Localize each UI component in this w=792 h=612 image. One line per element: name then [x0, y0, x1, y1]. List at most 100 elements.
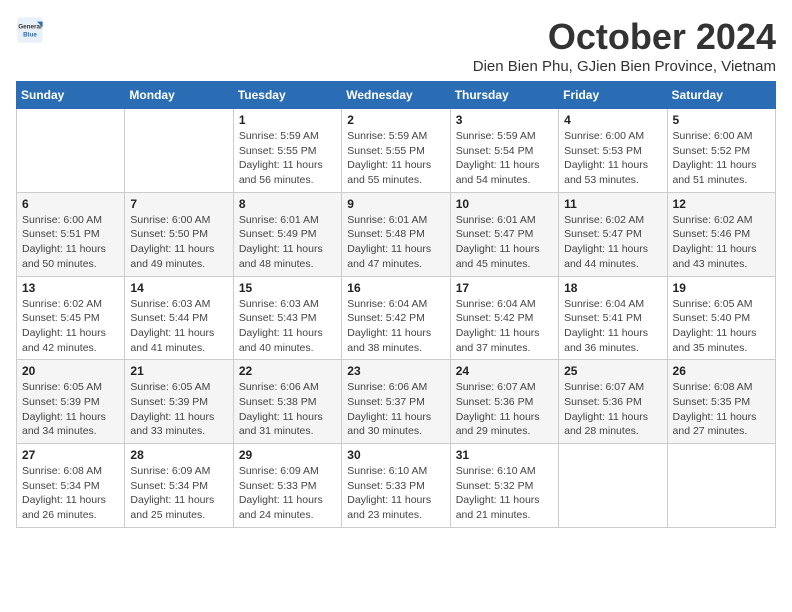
- day-detail: Sunrise: 5:59 AM Sunset: 5:55 PM Dayligh…: [347, 129, 444, 188]
- day-detail: Sunrise: 6:00 AM Sunset: 5:53 PM Dayligh…: [564, 129, 661, 188]
- day-detail: Sunrise: 5:59 AM Sunset: 5:55 PM Dayligh…: [239, 129, 336, 188]
- day-number: 1: [239, 113, 336, 127]
- calendar-cell: [17, 109, 125, 193]
- page-header: General Blue October 2024 Dien Bien Phu,…: [16, 16, 776, 75]
- week-row-3: 13 Sunrise: 6:02 AM Sunset: 5:45 PM Dayli…: [17, 276, 776, 360]
- day-detail: Sunrise: 6:05 AM Sunset: 5:39 PM Dayligh…: [130, 380, 227, 439]
- day-number: 3: [456, 113, 553, 127]
- weekday-header-tuesday: Tuesday: [233, 82, 341, 109]
- calendar-cell: 4 Sunrise: 6:00 AM Sunset: 5:53 PM Daylig…: [559, 109, 667, 193]
- calendar-cell: 10Sunrise: 6:01 AM Sunset: 5:47 PM Dayli…: [450, 192, 558, 276]
- svg-text:Blue: Blue: [23, 31, 37, 38]
- calendar-table: SundayMondayTuesdayWednesdayThursdayFrid…: [16, 81, 776, 528]
- calendar-cell: 8Sunrise: 6:01 AM Sunset: 5:49 PM Daylig…: [233, 192, 341, 276]
- day-number: 26: [673, 364, 770, 378]
- calendar-cell: 31 Sunrise: 6:10 AM Sunset: 5:32 PM Dayli…: [450, 444, 558, 528]
- week-row-4: 20 Sunrise: 6:05 AM Sunset: 5:39 PM Dayli…: [17, 360, 776, 444]
- weekday-header-friday: Friday: [559, 82, 667, 109]
- month-title: October 2024: [473, 16, 776, 58]
- calendar-cell: [667, 444, 775, 528]
- day-number: 30: [347, 448, 444, 462]
- weekday-header-saturday: Saturday: [667, 82, 775, 109]
- svg-text:General: General: [18, 24, 42, 31]
- calendar-cell: 9 Sunrise: 6:01 AM Sunset: 5:48 PM Daylig…: [342, 192, 450, 276]
- day-number: 12: [673, 197, 770, 211]
- day-number: 17: [456, 281, 553, 295]
- day-detail: Sunrise: 6:03 AM Sunset: 5:44 PM Dayligh…: [130, 297, 227, 356]
- day-number: 4: [564, 113, 661, 127]
- calendar-cell: 20 Sunrise: 6:05 AM Sunset: 5:39 PM Dayli…: [17, 360, 125, 444]
- calendar-cell: 12 Sunrise: 6:02 AM Sunset: 5:46 PM Dayli…: [667, 192, 775, 276]
- calendar-cell: 1 Sunrise: 5:59 AM Sunset: 5:55 PM Daylig…: [233, 109, 341, 193]
- calendar-cell: 21 Sunrise: 6:05 AM Sunset: 5:39 PM Dayli…: [125, 360, 233, 444]
- day-detail: Sunrise: 5:59 AM Sunset: 5:54 PM Dayligh…: [456, 129, 553, 188]
- calendar-cell: 17 Sunrise: 6:04 AM Sunset: 5:42 PM Dayli…: [450, 276, 558, 360]
- day-number: 14: [130, 281, 227, 295]
- day-detail: Sunrise: 6:06 AM Sunset: 5:37 PM Dayligh…: [347, 380, 444, 439]
- day-detail: Sunrise: 6:00 AM Sunset: 5:52 PM Dayligh…: [673, 129, 770, 188]
- day-number: 28: [130, 448, 227, 462]
- day-detail: Sunrise: 6:02 AM Sunset: 5:45 PM Dayligh…: [22, 297, 119, 356]
- day-number: 21: [130, 364, 227, 378]
- week-row-2: 6Sunrise: 6:00 AM Sunset: 5:51 PM Daylig…: [17, 192, 776, 276]
- day-detail: Sunrise: 6:05 AM Sunset: 5:39 PM Dayligh…: [22, 380, 119, 439]
- day-detail: Sunrise: 6:02 AM Sunset: 5:46 PM Dayligh…: [673, 213, 770, 272]
- calendar-cell: [559, 444, 667, 528]
- day-number: 18: [564, 281, 661, 295]
- day-number: 20: [22, 364, 119, 378]
- logo-icon: General Blue: [16, 16, 44, 44]
- location-subtitle: Dien Bien Phu, GJien Bien Province, Viet…: [473, 58, 776, 75]
- calendar-cell: 28 Sunrise: 6:09 AM Sunset: 5:34 PM Dayli…: [125, 444, 233, 528]
- calendar-cell: 6Sunrise: 6:00 AM Sunset: 5:51 PM Daylig…: [17, 192, 125, 276]
- day-number: 31: [456, 448, 553, 462]
- day-number: 29: [239, 448, 336, 462]
- day-number: 25: [564, 364, 661, 378]
- calendar-cell: [125, 109, 233, 193]
- calendar-cell: 23Sunrise: 6:06 AM Sunset: 5:37 PM Dayli…: [342, 360, 450, 444]
- day-number: 9: [347, 197, 444, 211]
- calendar-cell: 14 Sunrise: 6:03 AM Sunset: 5:44 PM Dayli…: [125, 276, 233, 360]
- day-detail: Sunrise: 6:10 AM Sunset: 5:32 PM Dayligh…: [456, 464, 553, 523]
- calendar-cell: 5 Sunrise: 6:00 AM Sunset: 5:52 PM Daylig…: [667, 109, 775, 193]
- day-number: 13: [22, 281, 119, 295]
- day-detail: Sunrise: 6:01 AM Sunset: 5:49 PM Dayligh…: [239, 213, 336, 272]
- day-number: 7: [130, 197, 227, 211]
- day-detail: Sunrise: 6:04 AM Sunset: 5:42 PM Dayligh…: [347, 297, 444, 356]
- day-number: 27: [22, 448, 119, 462]
- calendar-cell: 7 Sunrise: 6:00 AM Sunset: 5:50 PM Daylig…: [125, 192, 233, 276]
- weekday-header-row: SundayMondayTuesdayWednesdayThursdayFrid…: [17, 82, 776, 109]
- day-detail: Sunrise: 6:07 AM Sunset: 5:36 PM Dayligh…: [564, 380, 661, 439]
- day-number: 5: [673, 113, 770, 127]
- week-row-1: 1 Sunrise: 5:59 AM Sunset: 5:55 PM Daylig…: [17, 109, 776, 193]
- calendar-cell: 27 Sunrise: 6:08 AM Sunset: 5:34 PM Dayli…: [17, 444, 125, 528]
- calendar-cell: 3 Sunrise: 5:59 AM Sunset: 5:54 PM Daylig…: [450, 109, 558, 193]
- day-number: 16: [347, 281, 444, 295]
- day-detail: Sunrise: 6:04 AM Sunset: 5:42 PM Dayligh…: [456, 297, 553, 356]
- weekday-header-thursday: Thursday: [450, 82, 558, 109]
- day-detail: Sunrise: 6:09 AM Sunset: 5:34 PM Dayligh…: [130, 464, 227, 523]
- day-detail: Sunrise: 6:10 AM Sunset: 5:33 PM Dayligh…: [347, 464, 444, 523]
- calendar-cell: 13 Sunrise: 6:02 AM Sunset: 5:45 PM Dayli…: [17, 276, 125, 360]
- day-detail: Sunrise: 6:00 AM Sunset: 5:50 PM Dayligh…: [130, 213, 227, 272]
- calendar-cell: 22Sunrise: 6:06 AM Sunset: 5:38 PM Dayli…: [233, 360, 341, 444]
- calendar-cell: 19Sunrise: 6:05 AM Sunset: 5:40 PM Dayli…: [667, 276, 775, 360]
- day-detail: Sunrise: 6:09 AM Sunset: 5:33 PM Dayligh…: [239, 464, 336, 523]
- calendar-cell: 11Sunrise: 6:02 AM Sunset: 5:47 PM Dayli…: [559, 192, 667, 276]
- calendar-cell: 2Sunrise: 5:59 AM Sunset: 5:55 PM Daylig…: [342, 109, 450, 193]
- day-detail: Sunrise: 6:08 AM Sunset: 5:35 PM Dayligh…: [673, 380, 770, 439]
- weekday-header-sunday: Sunday: [17, 82, 125, 109]
- title-block: October 2024 Dien Bien Phu, GJien Bien P…: [473, 16, 776, 75]
- calendar-cell: 24Sunrise: 6:07 AM Sunset: 5:36 PM Dayli…: [450, 360, 558, 444]
- calendar-cell: 29 Sunrise: 6:09 AM Sunset: 5:33 PM Dayli…: [233, 444, 341, 528]
- day-detail: Sunrise: 6:05 AM Sunset: 5:40 PM Dayligh…: [673, 297, 770, 356]
- day-number: 15: [239, 281, 336, 295]
- calendar-cell: 25 Sunrise: 6:07 AM Sunset: 5:36 PM Dayli…: [559, 360, 667, 444]
- week-row-5: 27 Sunrise: 6:08 AM Sunset: 5:34 PM Dayli…: [17, 444, 776, 528]
- day-detail: Sunrise: 6:01 AM Sunset: 5:48 PM Dayligh…: [347, 213, 444, 272]
- logo: General Blue: [16, 16, 44, 44]
- calendar-cell: 16 Sunrise: 6:04 AM Sunset: 5:42 PM Dayli…: [342, 276, 450, 360]
- day-detail: Sunrise: 6:08 AM Sunset: 5:34 PM Dayligh…: [22, 464, 119, 523]
- day-number: 24: [456, 364, 553, 378]
- calendar-cell: 18Sunrise: 6:04 AM Sunset: 5:41 PM Dayli…: [559, 276, 667, 360]
- day-detail: Sunrise: 6:03 AM Sunset: 5:43 PM Dayligh…: [239, 297, 336, 356]
